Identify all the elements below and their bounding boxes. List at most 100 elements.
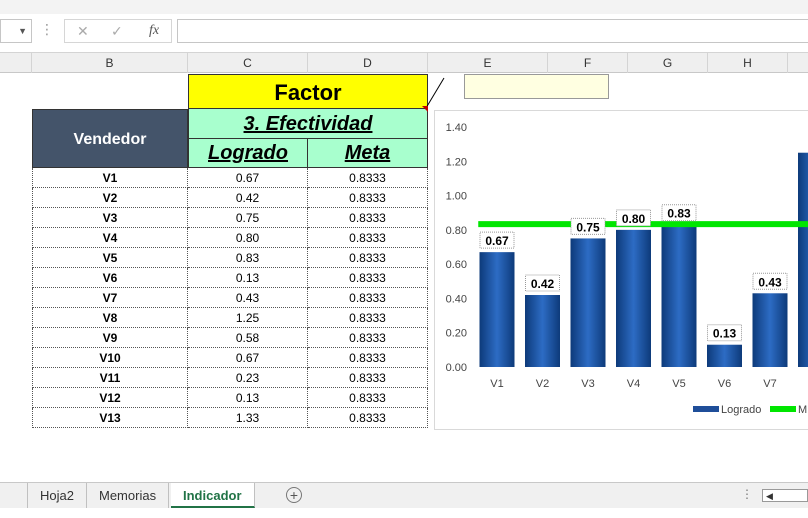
column-header-e[interactable]: E [428, 53, 548, 73]
vendedor-cell[interactable]: V13 [32, 408, 188, 428]
meta-cell[interactable]: 0.8333 [308, 328, 428, 348]
chevron-down-icon[interactable]: ▼ [18, 26, 27, 36]
logrado-cell[interactable]: 0.83 [188, 248, 308, 268]
vendedor-cell[interactable]: V2 [32, 188, 188, 208]
table-row: V11 0.23 0.8333 [32, 368, 428, 388]
vendedor-cell[interactable]: V6 [32, 268, 188, 288]
vendedor-cell[interactable]: V4 [32, 228, 188, 248]
chart-svg: 0.00 0.20 0.40 0.60 0.80 1.00 1.20 1.40 V1 V2 V3 V4… [446, 122, 808, 416]
section-title[interactable]: 3. Efectividad [188, 109, 428, 139]
tab-hoja2[interactable]: Hoja2 [28, 483, 87, 508]
insert-function-icon[interactable]: fx [149, 23, 159, 39]
logrado-cell[interactable]: 0.13 [188, 388, 308, 408]
vendedor-cell[interactable]: V10 [32, 348, 188, 368]
bar-logrado [616, 229, 651, 367]
bar-logrado [570, 238, 606, 367]
table-row: V3 0.75 0.8333 [32, 208, 428, 228]
meta-cell[interactable]: 0.8333 [308, 408, 428, 428]
table-row: V5 0.83 0.8333 [32, 248, 428, 268]
logrado-cell[interactable]: 0.67 [188, 348, 308, 368]
meta-cell[interactable]: 0.8333 [308, 208, 428, 228]
vendedor-cell[interactable]: V8 [32, 308, 188, 328]
column-header-h[interactable]: H [708, 53, 788, 73]
comment-box[interactable] [464, 74, 609, 99]
y-tick-label: 0.20 [446, 328, 467, 340]
bar-logrado [798, 152, 808, 367]
logrado-cell[interactable]: 0.43 [188, 288, 308, 308]
logrado-cell[interactable]: 0.58 [188, 328, 308, 348]
column-header-blank[interactable] [0, 53, 32, 73]
meta-cell[interactable]: 0.8333 [308, 388, 428, 408]
meta-cell[interactable]: 0.8333 [308, 188, 428, 208]
column-header-f[interactable]: F [548, 53, 628, 73]
logrado-cell[interactable]: 0.23 [188, 368, 308, 388]
vendedor-cell[interactable]: V7 [32, 288, 188, 308]
tab-scroll-area[interactable] [0, 483, 28, 508]
meta-cell[interactable]: 0.8333 [308, 268, 428, 288]
factor-title[interactable]: Factor [188, 74, 428, 109]
bar-logrado [661, 224, 697, 367]
column-header-b[interactable]: B [32, 53, 188, 73]
data-label: 0.43 [758, 275, 782, 289]
cancel-icon[interactable]: ✕ [77, 23, 89, 40]
legend-label-meta: M [798, 404, 807, 416]
logrado-header[interactable]: Logrado [188, 139, 308, 168]
chart-area[interactable]: 0.00 0.20 0.40 0.60 0.80 1.00 1.20 1.40 V1 V2 V3 V4… [434, 110, 808, 430]
meta-cell[interactable]: 0.8333 [308, 348, 428, 368]
enter-icon[interactable]: ✓ [111, 23, 123, 40]
column-headers: B C D E F G H [0, 52, 808, 73]
table-row: V8 1.25 0.8333 [32, 308, 428, 328]
logrado-cell[interactable]: 0.75 [188, 208, 308, 228]
vendedor-cell[interactable]: V9 [32, 328, 188, 348]
vendedor-cell[interactable]: V3 [32, 208, 188, 228]
logrado-cell[interactable]: 0.80 [188, 228, 308, 248]
status-strip [0, 508, 808, 518]
horizontal-scrollbar[interactable]: ◀ [762, 489, 808, 502]
logrado-cell[interactable]: 1.33 [188, 408, 308, 428]
meta-cell[interactable]: 0.8333 [308, 288, 428, 308]
y-tick-label: 1.40 [446, 122, 467, 134]
table-row: V6 0.13 0.8333 [32, 268, 428, 288]
x-tick-label: V4 [627, 378, 640, 390]
table-row: V7 0.43 0.8333 [32, 288, 428, 308]
legend-swatch-meta [770, 406, 796, 412]
vendedor-header[interactable]: Vendedor [32, 109, 188, 168]
logrado-cell[interactable]: 0.67 [188, 168, 308, 188]
bar-logrado [752, 293, 788, 367]
vendedor-cell[interactable]: V11 [32, 368, 188, 388]
logrado-cell[interactable]: 0.42 [188, 188, 308, 208]
vendedor-cell[interactable]: V12 [32, 388, 188, 408]
tab-split-grip-icon[interactable]: ⋮ [741, 487, 753, 501]
column-header-c[interactable]: C [188, 53, 308, 73]
data-label: 0.75 [576, 220, 600, 234]
meta-cell[interactable]: 0.8333 [308, 308, 428, 328]
column-header-g[interactable]: G [628, 53, 708, 73]
add-sheet-icon[interactable]: + [286, 487, 302, 503]
x-tick-label: V6 [718, 378, 731, 390]
logrado-cell[interactable]: 0.13 [188, 268, 308, 288]
data-label: 0.42 [531, 277, 555, 291]
comment-indicator [422, 77, 445, 112]
logrado-cell[interactable]: 1.25 [188, 308, 308, 328]
name-box[interactable]: ▼ [0, 19, 32, 43]
tab-indicador[interactable]: Indicador [171, 483, 255, 508]
y-tick-label: 1.00 [446, 191, 467, 203]
tab-memorias[interactable]: Memorias [87, 483, 170, 508]
x-tick-label: V2 [536, 378, 549, 390]
sheet-tab-bar: Hoja2 Memorias Indicador [0, 482, 808, 508]
meta-cell[interactable]: 0.8333 [308, 368, 428, 388]
vendedor-cell[interactable]: V5 [32, 248, 188, 268]
formula-input[interactable] [177, 19, 808, 43]
vendedor-cell[interactable]: V1 [32, 168, 188, 188]
scroll-left-icon[interactable]: ◀ [766, 491, 773, 502]
column-header-d[interactable]: D [308, 53, 428, 73]
table-row: V1 0.67 0.8333 [32, 168, 428, 188]
meta-cell[interactable]: 0.8333 [308, 168, 428, 188]
meta-header[interactable]: Meta [308, 139, 428, 168]
bar-logrado [525, 295, 560, 367]
table-row: V2 0.42 0.8333 [32, 188, 428, 208]
table-row: V9 0.58 0.8333 [32, 328, 428, 348]
y-tick-label: 1.20 [446, 156, 467, 168]
meta-cell[interactable]: 0.8333 [308, 248, 428, 268]
meta-cell[interactable]: 0.8333 [308, 228, 428, 248]
